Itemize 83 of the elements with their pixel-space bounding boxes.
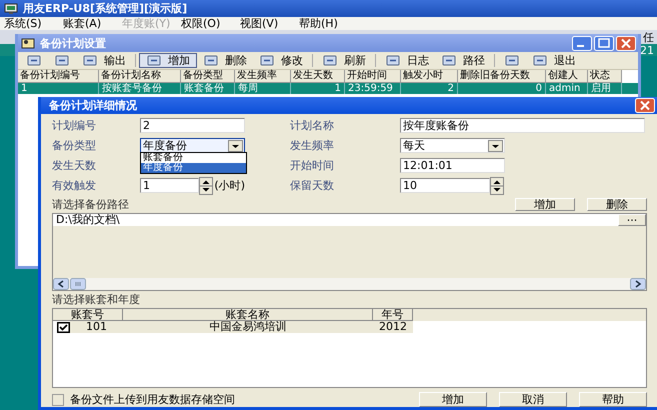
- column-header[interactable]: 创建人: [546, 70, 588, 83]
- field-label: 发生天数: [52, 158, 97, 173]
- table-cell: 2: [401, 83, 458, 94]
- path-button[interactable]: 删除: [587, 198, 647, 210]
- toolbar-button[interactable]: 日志: [379, 53, 435, 68]
- text-field[interactable]: 2: [140, 118, 245, 133]
- field-label: 发生频率: [290, 138, 335, 153]
- text-field[interactable]: 按年度账备份: [400, 118, 645, 133]
- spinner-arrows-icon[interactable]: [199, 176, 214, 194]
- table-cell: 启用: [588, 83, 622, 94]
- toolbar-button[interactable]: 输出: [76, 53, 132, 68]
- table-cell: admin: [546, 83, 588, 94]
- column-header[interactable]: 状态: [588, 70, 622, 83]
- horizontal-scrollbar[interactable]: [53, 278, 646, 290]
- checkbox-label: 备份文件上传到用友数据存储空间: [70, 392, 235, 407]
- scroll-thumb-icon[interactable]: [70, 278, 86, 290]
- column-header[interactable]: 开始时间: [345, 70, 401, 83]
- path-item[interactable]: D:\我的文档\: [53, 214, 618, 226]
- monitor-icon: [4, 2, 18, 14]
- field-label: 备份类型: [52, 138, 97, 153]
- unit-label: (小时): [214, 178, 245, 193]
- number-field[interactable]: 10: [400, 178, 490, 193]
- table-cell: 0: [458, 83, 546, 94]
- table-cell: 1: [18, 83, 99, 94]
- checkbox[interactable]: [52, 394, 64, 406]
- table-cell: 2012: [373, 321, 413, 333]
- toolbar-button[interactable]: 删除: [197, 53, 253, 68]
- dropdown-field[interactable]: 每天: [400, 138, 505, 153]
- field-label: 保留天数: [290, 178, 335, 193]
- table-cell: 1: [291, 83, 345, 94]
- window-title: 备份计划设置: [40, 36, 106, 50]
- column-header[interactable]: 备份计划名称: [99, 70, 181, 83]
- table-row[interactable]: 1 按账套号备份 账套备份 每周 1 23:59:59 2 0 admin 启用: [18, 83, 638, 94]
- menu-item[interactable]: 账套(A): [63, 16, 122, 31]
- table-cell: 每周: [235, 83, 291, 94]
- dropdown-field[interactable]: 年度备份: [140, 138, 245, 153]
- maximize-icon[interactable]: [594, 36, 614, 50]
- dialog-button[interactable]: 帮助: [579, 392, 647, 407]
- table-cell: 101: [70, 321, 123, 333]
- toolbar-button[interactable]: 路径: [435, 53, 491, 68]
- spinner-arrows-icon[interactable]: [490, 176, 504, 194]
- column-header[interactable]: 发生天数: [291, 70, 345, 83]
- close-icon[interactable]: [616, 36, 636, 50]
- table-cell: 21: [640, 44, 654, 56]
- section-label: 请选择账套和年度: [52, 294, 141, 306]
- column-header: 任: [643, 30, 654, 44]
- dialog-button[interactable]: 取消: [499, 392, 567, 407]
- field-label: 计划编号: [52, 118, 97, 133]
- field-label: 有效触发: [52, 178, 97, 193]
- table-cell: 中国金易鸿培训: [123, 321, 373, 333]
- dialog-title: 备份计划详细情况: [49, 98, 137, 113]
- toolbar-button[interactable]: 修改: [253, 53, 309, 68]
- toolbar-button[interactable]: 刷新: [316, 53, 372, 68]
- time-field[interactable]: 12:01:01: [400, 158, 505, 173]
- dropdown-option[interactable]: 账套备份: [141, 153, 246, 163]
- path-button[interactable]: 增加: [515, 198, 575, 210]
- column-header[interactable]: 触发小时: [401, 70, 458, 83]
- close-icon[interactable]: [635, 98, 655, 113]
- column-header[interactable]: 备份类型: [181, 70, 235, 83]
- minimize-icon[interactable]: [572, 36, 592, 50]
- dialog-button[interactable]: 增加: [419, 392, 487, 407]
- checkbox[interactable]: [57, 322, 70, 332]
- menu-item[interactable]: 视图(V): [240, 16, 299, 31]
- table-cell: 账套备份: [181, 83, 235, 94]
- browse-button[interactable]: ···: [618, 214, 646, 226]
- toolbar-button[interactable]: 增加: [139, 53, 197, 68]
- field-label: 计划名称: [290, 118, 335, 133]
- column-header[interactable]: 备份计划编号: [18, 70, 99, 83]
- number-field[interactable]: 1: [140, 178, 200, 193]
- scroll-right-icon[interactable]: [630, 278, 646, 290]
- menu-item[interactable]: 权限(O): [181, 16, 240, 31]
- field-label: 开始时间: [290, 158, 335, 173]
- column-header[interactable]: 删除旧备份天数: [458, 70, 546, 83]
- window-app-icon: [21, 37, 35, 49]
- table-cell: 按账套号备份: [99, 83, 181, 94]
- scroll-left-icon[interactable]: [53, 278, 69, 290]
- menu-item[interactable]: 帮助(H): [299, 16, 358, 31]
- toolbar-button[interactable]: 退出: [526, 53, 582, 68]
- table-cell: 23:59:59: [345, 83, 401, 94]
- section-label: 请选择备份路径: [52, 196, 129, 212]
- window-title: 用友ERP-U8[系统管理][演示版]: [23, 1, 188, 16]
- menu-item[interactable]: 系统(S): [4, 16, 63, 31]
- column-header[interactable]: 发生频率: [235, 70, 291, 83]
